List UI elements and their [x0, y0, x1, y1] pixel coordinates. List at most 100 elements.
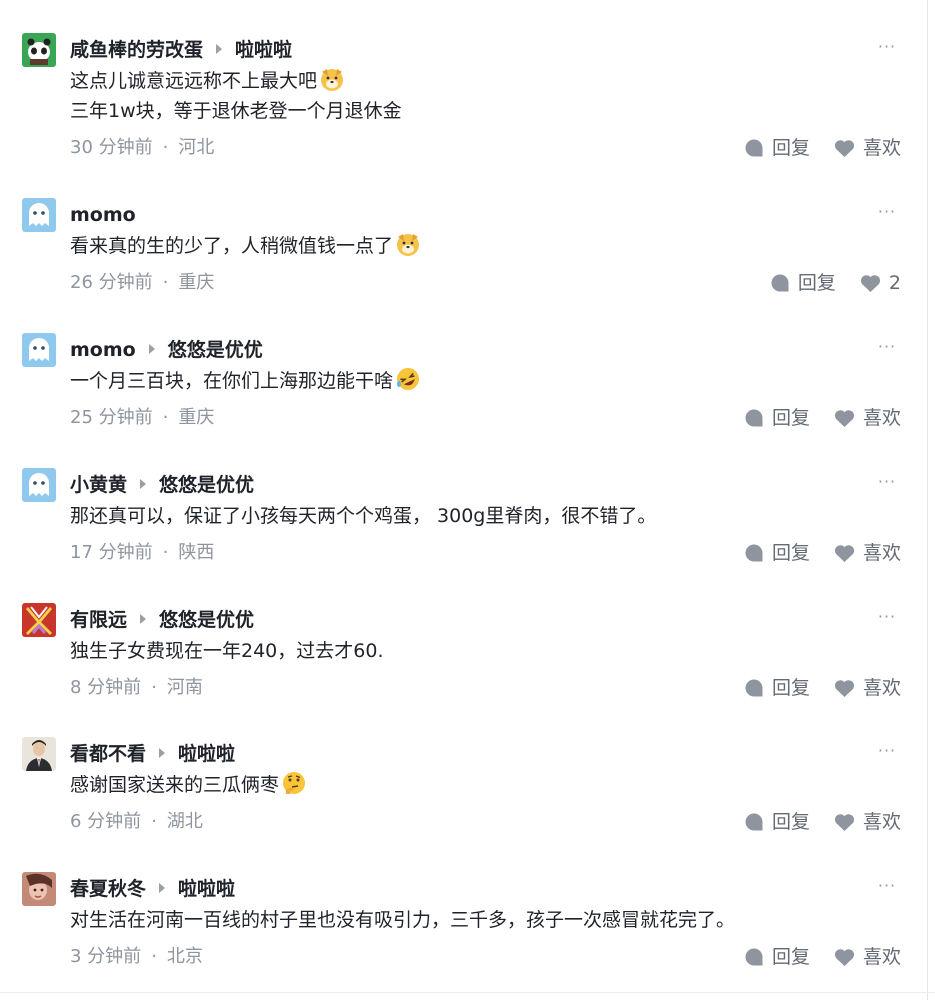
location: 重庆 — [178, 272, 215, 293]
thinking-face-emoji — [283, 772, 306, 794]
user-name[interactable]: 看都不看 — [70, 743, 146, 765]
comment-header: momo — [70, 200, 136, 230]
blue-ghost-avatar[interactable] — [22, 198, 56, 232]
reply-label: 回复 — [771, 946, 810, 968]
reply-bubble-icon — [745, 544, 763, 562]
comment-header: momo 悠悠是优优 — [70, 335, 263, 365]
timestamp: 6 分钟前 — [70, 811, 142, 832]
reply-bubble-icon — [771, 274, 789, 292]
comment-actions: 回复 喜欢 — [720, 675, 901, 701]
heart-icon — [834, 409, 855, 427]
more-options-button[interactable]: ··· — [874, 337, 900, 357]
user-name[interactable]: momo — [70, 204, 136, 226]
comment-header: 咸鱼棒的劳改蛋 啦啦啦 — [70, 35, 292, 65]
more-options-button[interactable]: ··· — [874, 741, 900, 761]
like-label: 喜欢 — [862, 137, 901, 159]
reply-bubble-icon — [745, 679, 763, 697]
comment-meta: 8 分钟前 · 河南 — [70, 675, 203, 701]
reply-label: 回复 — [771, 542, 810, 564]
dog-face-emoji — [321, 69, 344, 91]
heart-icon — [834, 139, 855, 157]
reply-arrow-icon — [140, 613, 147, 624]
reply-to-name[interactable]: 啦啦啦 — [178, 878, 235, 900]
man-suit-avatar[interactable] — [22, 737, 56, 771]
scrollbar-track[interactable] — [927, 0, 928, 1000]
like-button[interactable]: 喜欢 — [834, 135, 901, 161]
location: 北京 — [166, 946, 203, 967]
comment-actions: 回复 喜欢 — [720, 944, 901, 970]
comment-header: 春夏秋冬 啦啦啦 — [70, 874, 235, 904]
comment-meta: 25 分钟前 · 重庆 — [70, 405, 214, 431]
location: 河北 — [178, 137, 215, 158]
reply-bubble-icon — [745, 813, 763, 831]
user-name[interactable]: momo — [70, 339, 136, 361]
reply-button[interactable]: 回复 — [744, 135, 810, 161]
timestamp: 30 分钟前 — [70, 137, 153, 158]
like-button[interactable]: 喜欢 — [834, 809, 901, 835]
like-button[interactable]: 喜欢 — [834, 944, 901, 970]
heart-icon — [860, 274, 880, 292]
user-name[interactable]: 有限远 — [70, 609, 127, 631]
comment-line: 一个月三百块，在你们上海那边能干啥 — [70, 370, 394, 392]
comment-text: 看来真的生的少了，人稍微值钱一点了 — [70, 231, 421, 261]
meta-separator: · — [162, 137, 169, 158]
comment-actions: 回复 喜欢 — [720, 135, 901, 161]
more-options-button[interactable]: ··· — [874, 37, 900, 57]
reply-to-name[interactable]: 悠悠是优优 — [159, 609, 254, 631]
comment-text: 对生活在河南一百线的村子里也没有吸引力，三千多，孩子一次感冒就花完了。 — [70, 905, 735, 935]
rolling-laughing-emoji — [397, 368, 420, 390]
user-name[interactable]: 小黄黄 — [70, 474, 127, 496]
like-button[interactable]: 2 — [860, 270, 901, 296]
reply-button[interactable]: 回复 — [770, 270, 836, 296]
like-button[interactable]: 喜欢 — [834, 405, 901, 431]
reply-to-name[interactable]: 啦啦啦 — [178, 743, 235, 765]
comment-text: 一个月三百块，在你们上海那边能干啥 — [70, 366, 421, 396]
comment-meta: 26 分钟前 · 重庆 — [70, 270, 214, 296]
reply-button[interactable]: 回复 — [744, 540, 810, 566]
location: 湖北 — [166, 811, 203, 832]
timestamp: 8 分钟前 — [70, 677, 142, 698]
red-x-avatar[interactable] — [22, 603, 56, 637]
location: 重庆 — [178, 407, 215, 428]
reply-to-name[interactable]: 悠悠是优优 — [159, 474, 254, 496]
meta-separator: · — [162, 407, 169, 428]
comment-text: 这点儿诚意远远称不上最大吧 三年1w块，等于退休老登一个月退休金 — [70, 66, 402, 126]
reply-button[interactable]: 回复 — [744, 675, 810, 701]
more-options-button[interactable]: ··· — [874, 876, 900, 896]
reply-arrow-icon — [216, 43, 223, 54]
more-options-button[interactable]: ··· — [874, 472, 900, 492]
like-button[interactable]: 喜欢 — [834, 675, 901, 701]
like-label: 喜欢 — [862, 946, 901, 968]
like-button[interactable]: 喜欢 — [834, 540, 901, 566]
user-name[interactable]: 春夏秋冬 — [70, 878, 146, 900]
comment-line: 三年1w块，等于退休老登一个月退休金 — [70, 100, 402, 122]
dog-face-emoji — [397, 234, 420, 256]
comment-line: 独生子女费现在一年240，过去才60. — [70, 640, 384, 662]
photo-avatar[interactable] — [22, 872, 56, 906]
reply-label: 回复 — [771, 137, 810, 159]
reply-bubble-icon — [745, 139, 763, 157]
reply-arrow-icon — [140, 478, 147, 489]
blue-ghost-avatar[interactable] — [22, 468, 56, 502]
more-options-button[interactable]: ··· — [874, 202, 900, 222]
comment-list: 咸鱼棒的劳改蛋 啦啦啦 ··· 这点儿诚意远远称不上最大吧 三年1w块，等于退休老… — [0, 0, 925, 995]
reply-to-name[interactable]: 悠悠是优优 — [168, 339, 263, 361]
comment-text: 独生子女费现在一年240，过去才60. — [70, 636, 383, 666]
reply-button[interactable]: 回复 — [744, 405, 810, 431]
reply-bubble-icon — [745, 948, 763, 966]
reply-button[interactable]: 回复 — [744, 944, 810, 970]
reply-to-name[interactable]: 啦啦啦 — [235, 39, 292, 61]
reply-button[interactable]: 回复 — [744, 809, 810, 835]
blue-ghost-avatar[interactable] — [22, 333, 56, 367]
like-count: 2 — [888, 272, 901, 294]
comment-meta: 3 分钟前 · 北京 — [70, 944, 203, 970]
meta-separator: · — [151, 677, 157, 698]
location: 陕西 — [178, 542, 215, 563]
comment-actions: 回复 2 — [746, 270, 901, 296]
user-name[interactable]: 咸鱼棒的劳改蛋 — [70, 39, 203, 61]
reply-label: 回复 — [771, 407, 810, 429]
panda-avatar[interactable] — [22, 33, 56, 67]
more-options-button[interactable]: ··· — [874, 607, 900, 627]
timestamp: 26 分钟前 — [70, 272, 153, 293]
heart-icon — [834, 679, 855, 697]
